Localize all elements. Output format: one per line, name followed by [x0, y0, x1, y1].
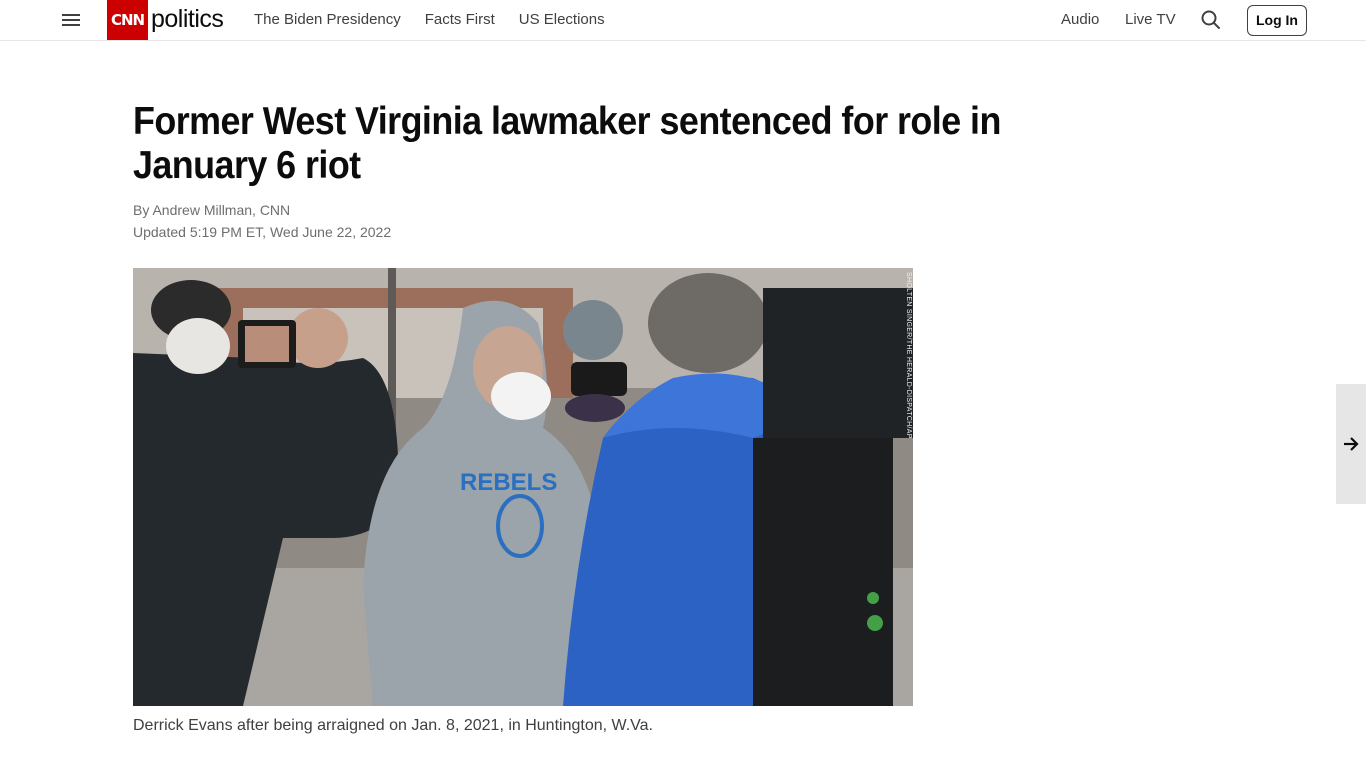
nav-item-us-elections[interactable]: US Elections — [519, 11, 605, 28]
nav-item-facts-first[interactable]: Facts First — [425, 11, 495, 28]
photo-credit: SHOLTEN SINGER/THE HERALD-DISPATCH/AP — [905, 272, 912, 439]
live-tv-link[interactable]: Live TV — [1125, 11, 1176, 28]
byline: By Andrew Millman, CNN — [133, 202, 291, 218]
audio-link[interactable]: Audio — [1061, 11, 1099, 28]
section-name[interactable]: politics — [151, 3, 224, 35]
top-nav: The Biden Presidency Facts First US Elec… — [254, 11, 605, 28]
sweatshirt-text: REBELS — [460, 469, 557, 496]
cnn-logo[interactable]: CNN — [107, 0, 148, 40]
photo-illustration: REBELS — [133, 268, 913, 706]
search-icon[interactable] — [1200, 9, 1222, 31]
article-photo[interactable]: REBELS SHOLTEN SINGER/THE HERALD-DISPATC… — [133, 268, 913, 706]
photo-caption: Derrick Evans after being arraigned on J… — [133, 717, 653, 734]
site-header: CNN politics The Biden Presidency Facts … — [0, 0, 1366, 41]
hamburger-icon[interactable] — [61, 11, 81, 29]
updated-timestamp: Updated 5:19 PM ET, Wed June 22, 2022 — [133, 224, 392, 240]
login-button[interactable]: Log In — [1247, 5, 1307, 36]
article-headline: Former West Virginia lawmaker sentenced … — [133, 100, 1001, 187]
nav-item-biden-presidency[interactable]: The Biden Presidency — [254, 11, 401, 28]
next-article-button[interactable] — [1336, 384, 1366, 504]
arrow-right-icon — [1344, 437, 1359, 451]
